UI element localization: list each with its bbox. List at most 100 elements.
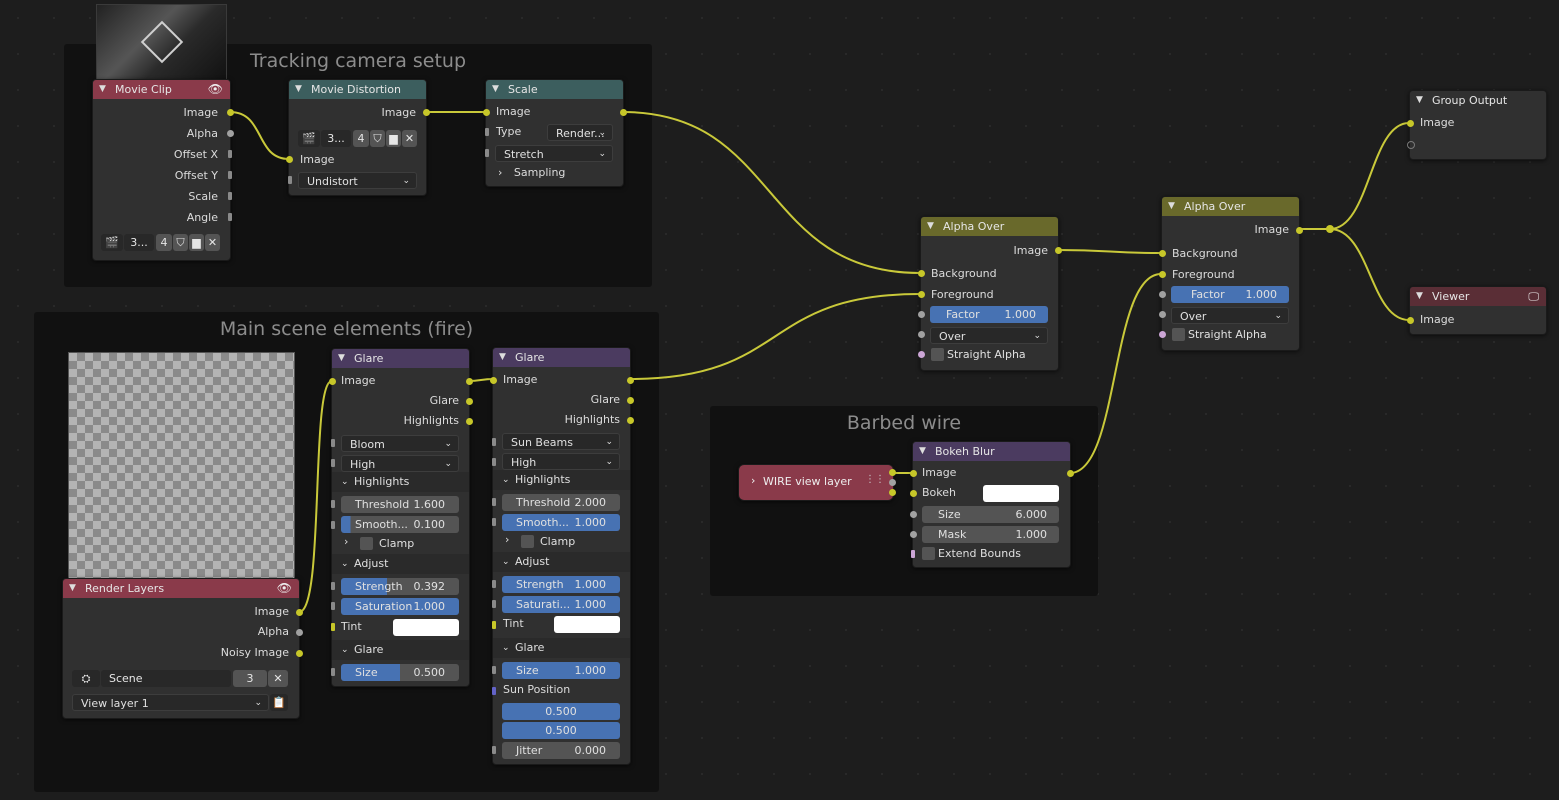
- node-header[interactable]: ▼ Viewer 🖵: [1410, 287, 1546, 306]
- folder-icon[interactable]: ▆: [386, 130, 401, 147]
- node-header[interactable]: ▼ Glare: [493, 348, 630, 367]
- extend-bounds-checkbox[interactable]: [922, 547, 935, 560]
- panel-adjust[interactable]: ⌄ Adjust: [332, 554, 469, 574]
- bokeh-color-swatch[interactable]: [983, 485, 1059, 502]
- socket-strength-in[interactable]: [331, 582, 335, 590]
- panel-highlights[interactable]: ⌄ Highlights: [332, 472, 469, 492]
- socket-background-in[interactable]: [918, 270, 925, 277]
- mode-dropdown[interactable]: Over ⌄: [930, 327, 1048, 344]
- node-header[interactable]: ▼ Group Output: [1410, 91, 1546, 110]
- socket-tint-in[interactable]: [331, 623, 335, 631]
- tint-color-swatch[interactable]: [554, 616, 620, 633]
- socket-quality-in[interactable]: [492, 458, 496, 466]
- node-header[interactable]: ▼ Movie Clip 👁: [93, 80, 230, 99]
- node-header[interactable]: ▼ Movie Distortion: [289, 80, 426, 99]
- socket-image-out[interactable]: [1067, 470, 1074, 477]
- strength-slider[interactable]: Strength 1.000: [502, 576, 620, 593]
- mode-dropdown[interactable]: Stretch ⌄: [495, 145, 613, 162]
- socket-mask-in[interactable]: [910, 531, 917, 538]
- socket-highlights-out[interactable]: [627, 417, 634, 424]
- glare-type-dropdown[interactable]: Sun Beams ⌄: [502, 433, 620, 450]
- type-dropdown[interactable]: Render... ⌄: [547, 124, 613, 141]
- socket-noisy-image-out[interactable]: [296, 650, 303, 657]
- socket-bokeh-in[interactable]: [910, 490, 917, 497]
- socket-image-in[interactable]: [1407, 120, 1414, 127]
- quality-dropdown[interactable]: High ⌄: [341, 455, 459, 472]
- socket-quality-in[interactable]: [331, 459, 335, 467]
- collapse-chevron-icon[interactable]: ▼: [99, 80, 106, 99]
- collapse-chevron-icon[interactable]: ▼: [499, 348, 506, 367]
- socket-image-in[interactable]: [1407, 317, 1414, 324]
- close-icon[interactable]: ✕: [402, 130, 417, 147]
- socket-angle-out[interactable]: [228, 213, 232, 221]
- node-glare-2[interactable]: ▼ Glare Image Glare Highlights Sun Beams…: [490, 347, 634, 765]
- factor-slider[interactable]: Factor 1.000: [1171, 286, 1289, 303]
- socket-smoothness-in[interactable]: [492, 518, 496, 526]
- socket-foreground-in[interactable]: [918, 291, 925, 298]
- clip-users-count[interactable]: 4: [156, 234, 172, 251]
- collapse-chevron-icon[interactable]: ▼: [295, 80, 302, 99]
- socket-saturation-in[interactable]: [331, 602, 335, 610]
- socket-extend-bounds-in[interactable]: [911, 550, 915, 558]
- size-field[interactable]: Size 6.000: [922, 506, 1059, 523]
- socket-image-in[interactable]: [910, 470, 917, 477]
- chevron-right-icon[interactable]: ›: [344, 535, 348, 548]
- socket-mode-in[interactable]: [485, 149, 489, 157]
- panel-glare[interactable]: ⌄ Glare: [493, 638, 630, 658]
- socket-image-out[interactable]: [227, 109, 234, 116]
- socket-wire-image-out[interactable]: [889, 469, 896, 476]
- clamp-checkbox[interactable]: [360, 537, 373, 550]
- node-header[interactable]: ▼ Alpha Over: [921, 217, 1058, 236]
- socket-size-in[interactable]: [910, 511, 917, 518]
- socket-image-out[interactable]: [423, 109, 430, 116]
- node-alpha-over-2[interactable]: ▼ Alpha Over Image Background Foreground…: [1159, 196, 1303, 351]
- clip-name-field[interactable]: 3...: [124, 234, 154, 251]
- node-scale[interactable]: ▼ Scale Image Type Render... ⌄ Stretch ⌄…: [483, 79, 627, 187]
- eye-icon[interactable]: 👁: [277, 579, 292, 598]
- socket-image-in[interactable]: [490, 377, 497, 384]
- socket-size-in[interactable]: [492, 666, 496, 674]
- collapse-chevron-icon[interactable]: ▼: [492, 80, 499, 99]
- monitor-icon[interactable]: 🖵: [1528, 287, 1539, 306]
- eye-icon[interactable]: 👁: [208, 80, 223, 99]
- panel-highlights[interactable]: ⌄ Highlights: [493, 470, 630, 490]
- chevron-right-icon[interactable]: ›: [751, 474, 755, 487]
- view-layer-dropdown[interactable]: View layer 1 ⌄: [72, 694, 269, 711]
- straight-alpha-checkbox[interactable]: [1172, 328, 1185, 341]
- socket-mode-in[interactable]: [1159, 311, 1166, 318]
- clamp-checkbox[interactable]: [521, 535, 534, 548]
- collapse-chevron-icon[interactable]: ▼: [1168, 197, 1175, 216]
- strength-slider[interactable]: Strength 0.392: [341, 578, 459, 595]
- node-header[interactable]: ▼ Render Layers 👁: [63, 579, 299, 598]
- collapse-chevron-icon[interactable]: ▼: [338, 349, 345, 368]
- socket-wire-alpha-out[interactable]: [889, 479, 896, 486]
- threshold-field[interactable]: Threshold 1.600: [341, 496, 459, 513]
- drag-handle-icon[interactable]: ⋮⋮: [865, 474, 885, 485]
- factor-slider[interactable]: Factor 1.000: [930, 306, 1048, 323]
- collapse-chevron-icon[interactable]: ▼: [69, 579, 76, 598]
- saturation-slider[interactable]: Saturati... 1.000: [502, 596, 620, 613]
- sun-position-y[interactable]: 0.500: [502, 722, 620, 739]
- socket-strength-in[interactable]: [492, 580, 496, 588]
- straight-alpha-checkbox[interactable]: [931, 348, 944, 361]
- node-glare-1[interactable]: ▼ Glare Image Glare Highlights Bloom ⌄ H…: [329, 348, 473, 687]
- clip-browse-icon[interactable]: 🎬: [298, 130, 320, 147]
- socket-sun-position-in[interactable]: [492, 687, 496, 695]
- node-header[interactable]: ▼ Alpha Over: [1162, 197, 1299, 216]
- method-dropdown[interactable]: Undistort ⌄: [298, 172, 417, 189]
- socket-image-out[interactable]: [466, 378, 473, 385]
- socket-foreground-in[interactable]: [1159, 271, 1166, 278]
- socket-offsetx-out[interactable]: [228, 150, 232, 158]
- tint-color-swatch[interactable]: [393, 619, 459, 636]
- socket-empty-in[interactable]: [1407, 141, 1415, 149]
- size-slider[interactable]: Size 1.000: [502, 662, 620, 679]
- socket-type-in[interactable]: [331, 439, 335, 447]
- socket-mode-in[interactable]: [918, 331, 925, 338]
- socket-offsety-out[interactable]: [228, 171, 232, 179]
- node-wire-view-layer[interactable]: › WIRE view layer ⋮⋮: [738, 464, 894, 501]
- smoothness-slider[interactable]: Smooth... 1.000: [502, 514, 620, 531]
- socket-wire-extra-out[interactable]: [889, 489, 896, 496]
- socket-image-out[interactable]: [620, 109, 627, 116]
- socket-scale-out[interactable]: [228, 192, 232, 200]
- clipboard-icon[interactable]: 📋: [270, 694, 288, 711]
